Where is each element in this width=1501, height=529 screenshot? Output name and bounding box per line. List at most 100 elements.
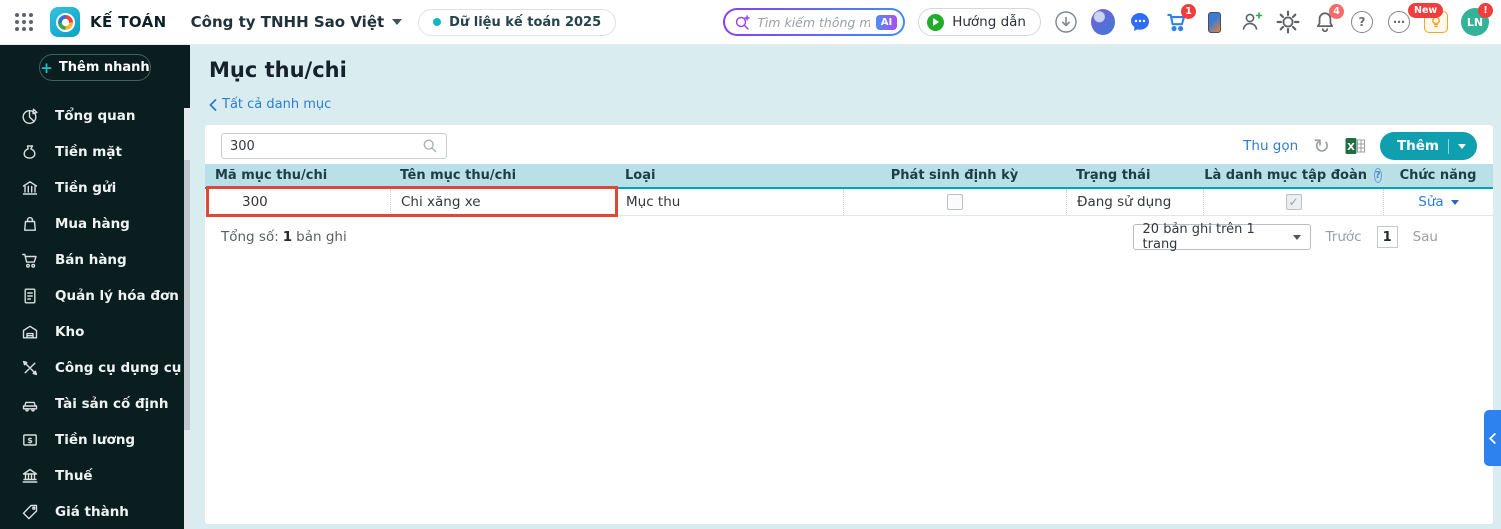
logo-pinwheel-icon <box>55 12 75 32</box>
sidebar-item-tien-luong[interactable]: $ Tiền lương <box>0 422 190 458</box>
smart-search-input[interactable] <box>757 14 870 30</box>
cell-group: ✓ <box>1203 189 1383 215</box>
sidebar-item-mua-hang[interactable]: Mua hàng <box>0 206 190 242</box>
help-icon[interactable]: ? <box>1350 10 1374 34</box>
column-header-name[interactable]: Tên mục thu/chi <box>390 164 615 187</box>
sidebar-item-tong-quan[interactable]: Tổng quan <box>0 98 190 134</box>
column-header-group[interactable]: Là danh mục tập đoàn ? <box>1203 164 1383 187</box>
topbar-left: KẾ TOÁN Công ty TNHH Sao Việt Dữ liệu kế… <box>12 7 617 37</box>
sales-cart-icon <box>22 253 37 268</box>
price-tag-icon <box>22 504 38 520</box>
export-excel-icon[interactable]: X <box>1345 137 1365 155</box>
fixed-asset-car-icon <box>22 401 38 412</box>
add-dropdown-caret-icon[interactable] <box>1458 143 1466 153</box>
add-user-icon[interactable] <box>1239 10 1263 34</box>
notifications-bell-icon[interactable]: 4 <box>1313 4 1344 34</box>
sidebar-item-thue[interactable]: Thuế <box>0 458 190 494</box>
overview-pie-icon <box>22 108 38 125</box>
collapse-link[interactable]: Thu gọn <box>1243 138 1298 154</box>
sidebar-item-kho[interactable]: Kho <box>0 314 190 350</box>
topbar-right: AI Hướng dẫn 1 <box>723 3 1493 36</box>
cart-badge: 1 <box>1181 4 1196 19</box>
column-header-code[interactable]: Mã mục thu/chi <box>205 164 390 187</box>
app-window: KẾ TOÁN Công ty TNHH Sao Việt Dữ liệu kế… <box>0 0 1501 529</box>
search-icon <box>423 139 437 153</box>
sidebar-item-label: Bán hàng <box>55 252 127 268</box>
total-prefix: Tổng số: <box>221 229 279 245</box>
user-avatar[interactable]: LN ! <box>1461 3 1493 36</box>
group-help-icon[interactable]: ? <box>1374 168 1382 183</box>
more-icon[interactable]: ⋯ <box>1387 10 1411 34</box>
page-size-select[interactable]: 20 bản ghi trên 1 trang <box>1132 222 1311 252</box>
avatar-initials: LN <box>1466 15 1484 29</box>
table-search-input[interactable] <box>230 138 422 154</box>
table-row[interactable]: 300 Chi xăng xe Mục thu Đang sử dụng ✓ S… <box>205 189 1493 216</box>
sidebar-item-gia-thanh[interactable]: Giá thành <box>0 494 190 529</box>
cell-status: Đang sử dụng <box>1066 189 1203 215</box>
sidebar-item-label: Tiền lương <box>55 432 136 448</box>
invoice-icon <box>24 288 36 304</box>
settings-gear-icon[interactable] <box>1276 10 1300 34</box>
add-button[interactable]: Thêm <box>1379 132 1477 160</box>
sidebar-item-quan-ly-hoa-don[interactable]: Quản lý hóa đơn <box>0 278 190 314</box>
action-dropdown-caret-icon[interactable] <box>1450 199 1459 209</box>
current-page-box[interactable]: 1 <box>1376 226 1398 248</box>
sidebar-item-tai-san-co-dinh[interactable]: Tài sản cố định <box>0 386 190 422</box>
sidebar-item-tien-mat[interactable]: Tiền mặt <box>0 134 190 170</box>
total-value: 1 <box>282 229 293 245</box>
guide-button[interactable]: Hướng dẫn <box>918 8 1041 36</box>
sidebar-item-label: Tài sản cố định <box>55 396 169 412</box>
download-icon[interactable] <box>1054 10 1078 34</box>
question-glyph: ? <box>1351 11 1373 33</box>
company-selector[interactable]: Công ty TNHH Sao Việt <box>191 13 403 31</box>
button-divider <box>1448 138 1449 154</box>
apps-grid-icon[interactable] <box>12 10 36 34</box>
phone-screen <box>1207 11 1221 33</box>
salary-icon: $ <box>23 434 37 446</box>
topbar: KẾ TOÁN Công ty TNHH Sao Việt Dữ liệu kế… <box>0 0 1501 45</box>
support-avatar-image <box>1091 9 1115 35</box>
breadcrumb-label: Tất cả danh mục <box>222 97 332 112</box>
prev-page-button[interactable]: Trước <box>1326 229 1362 245</box>
table-header-row: Mã mục thu/chi Tên mục thu/chi Loại Phát… <box>205 164 1493 189</box>
column-header-type[interactable]: Loại <box>615 164 843 187</box>
quick-add-label: Thêm nhanh <box>58 60 150 75</box>
refresh-icon[interactable]: ↻ <box>1313 136 1330 156</box>
smart-search-box[interactable]: AI <box>723 8 905 36</box>
tax-icon <box>22 468 38 483</box>
table-search-box[interactable] <box>221 133 447 159</box>
column-header-actions[interactable]: Chức năng <box>1383 164 1493 187</box>
edit-action[interactable]: Sửa <box>1418 194 1459 210</box>
dataset-label: Dữ liệu kế toán 2025 <box>449 14 602 30</box>
column-header-status[interactable]: Trạng thái <box>1066 164 1203 187</box>
cell-actions: Sửa <box>1383 189 1493 215</box>
column-header-recurring[interactable]: Phát sinh định kỳ <box>843 164 1066 187</box>
sidebar-item-ban-hang[interactable]: Bán hàng <box>0 242 190 278</box>
pagination: 20 bản ghi trên 1 trang Trước 1 Sau <box>1132 222 1438 252</box>
sidebar-item-label: Quản lý hóa đơn <box>55 288 179 304</box>
tools-icon <box>22 360 38 376</box>
whats-new-icon[interactable]: New <box>1408 3 1448 34</box>
page-size-caret-icon <box>1292 234 1301 244</box>
side-panel-toggle[interactable] <box>1484 410 1501 466</box>
messenger-icon[interactable] <box>1128 10 1152 34</box>
sidebar-item-label: Tiền gửi <box>55 180 117 196</box>
sidebar-item-tien-gui[interactable]: Tiền gửi <box>0 170 190 206</box>
breadcrumb[interactable]: Tất cả danh mục <box>209 97 331 112</box>
page-title: Mục thu/chi <box>209 58 347 82</box>
bank-deposit-icon <box>22 181 38 195</box>
dataset-selector[interactable]: Dữ liệu kế toán 2025 <box>418 8 617 36</box>
recurring-checkbox[interactable] <box>947 194 963 210</box>
next-page-button[interactable]: Sau <box>1413 229 1438 245</box>
edit-action-label: Sửa <box>1418 194 1444 210</box>
sidebar-item-cong-cu-dung-cu[interactable]: Công cụ dụng cụ <box>0 350 190 386</box>
app-logo[interactable] <box>50 7 80 37</box>
quick-add-button[interactable]: + Thêm nhanh <box>39 54 151 81</box>
sidebar: + Thêm nhanh Tổng quan Tiền mặt Tiền gửi… <box>0 45 190 529</box>
support-avatar[interactable] <box>1091 9 1115 35</box>
sidebar-item-label: Thuế <box>55 468 93 484</box>
cart-icon[interactable]: 1 <box>1165 4 1196 34</box>
guide-label: Hướng dẫn <box>952 14 1026 30</box>
mobile-app-icon[interactable] <box>1202 10 1226 34</box>
app-name: KẾ TOÁN <box>90 13 167 31</box>
